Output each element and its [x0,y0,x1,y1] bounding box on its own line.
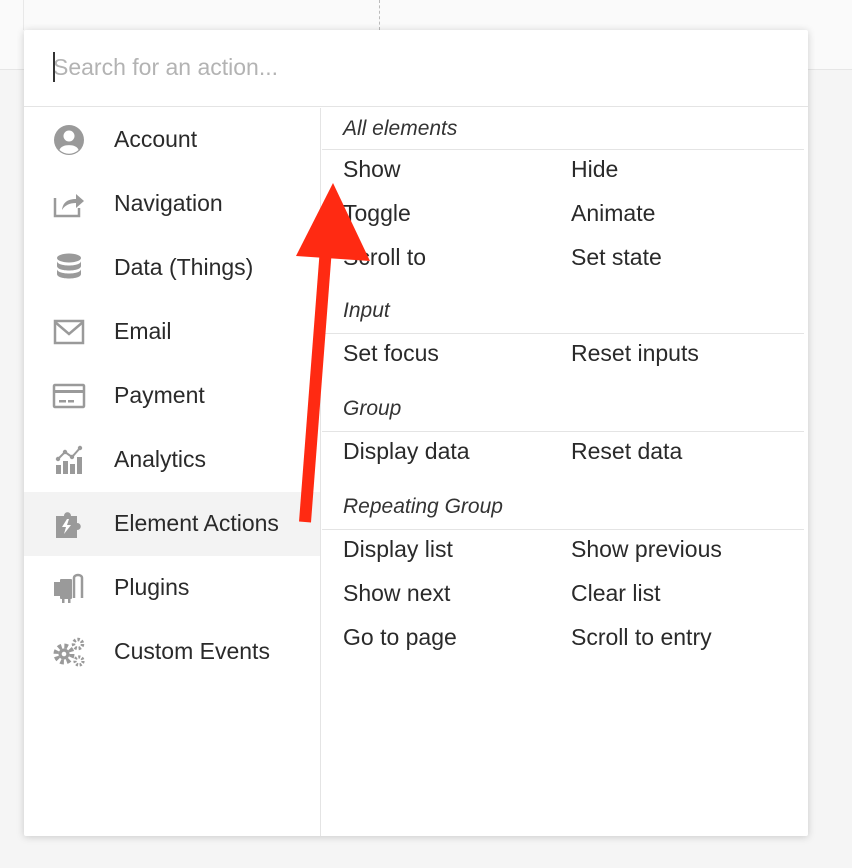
action-clear-list[interactable]: Clear list [571,580,660,607]
sidebar-item-analytics[interactable]: Analytics [24,428,320,492]
sidebar-item-account[interactable]: Account [24,108,320,172]
email-icon [52,316,86,348]
analytics-icon [52,444,86,476]
search-bar [24,30,808,107]
sidebar-item-label: Payment [114,382,205,408]
section-title-repeating-group: Repeating Group [322,478,804,530]
action-toggle[interactable]: Toggle [343,200,411,227]
database-icon [52,252,86,284]
action-scroll-to[interactable]: Scroll to [343,244,426,271]
actions-panel: All elements Show Hide Toggle Animate Sc… [322,108,808,836]
action-picker-popup: Account Navigation Data (Things) [24,30,808,836]
background-guide-line [23,0,24,30]
sidebar-item-plugins[interactable]: Plugins [24,556,320,620]
sidebar-item-email[interactable]: Email [24,300,320,364]
section-actions-input: Set focus Reset inputs [322,334,808,380]
action-display-list[interactable]: Display list [343,536,453,563]
action-go-to-page[interactable]: Go to page [343,624,457,651]
sidebar-item-label: Plugins [114,574,190,600]
navigation-icon [52,188,86,220]
sidebar-item-label: Custom Events [114,638,270,664]
category-sidebar: Account Navigation Data (Things) Email P… [24,108,321,836]
sidebar-item-navigation[interactable]: Navigation [24,172,320,236]
sidebar-item-label: Account [114,126,198,152]
action-show[interactable]: Show [343,156,401,183]
action-display-data[interactable]: Display data [343,438,470,465]
sidebar-item-label: Element Actions [114,510,279,536]
action-reset-inputs[interactable]: Reset inputs [571,340,699,367]
section-actions-all-elements: Show Hide Toggle Animate Scroll to Set s… [322,150,808,282]
credit-card-icon [52,380,86,412]
action-set-state[interactable]: Set state [571,244,662,271]
puzzle-icon [52,508,86,540]
section-actions-group: Display data Reset data [322,432,808,478]
action-show-next[interactable]: Show next [343,580,450,607]
action-animate[interactable]: Animate [571,200,655,227]
sidebar-item-label: Analytics [114,446,207,472]
action-hide[interactable]: Hide [571,156,618,183]
sidebar-item-element-actions[interactable]: Element Actions [24,492,320,556]
sidebar-item-label: Email [114,318,172,344]
section-title-all-elements: All elements [322,108,804,150]
sidebar-item-custom-events[interactable]: Custom Events [24,620,320,684]
action-show-previous[interactable]: Show previous [571,536,722,563]
section-title-input: Input [322,282,804,334]
action-scroll-to-entry[interactable]: Scroll to entry [571,624,712,651]
plug-icon [52,572,86,604]
sidebar-item-payment[interactable]: Payment [24,364,320,428]
section-actions-repeating-group: Display list Show previous Show next Cle… [322,530,808,662]
account-icon [52,124,86,156]
search-input[interactable] [53,50,753,84]
sidebar-item-label: Data (Things) [114,254,254,280]
background-dashed-guide [379,0,380,30]
sidebar-item-data-things[interactable]: Data (Things) [24,236,320,300]
gears-icon [52,636,86,668]
sidebar-item-label: Navigation [114,190,223,216]
action-reset-data[interactable]: Reset data [571,438,682,465]
text-caret [53,52,55,82]
action-set-focus[interactable]: Set focus [343,340,439,367]
section-title-group: Group [322,380,804,432]
